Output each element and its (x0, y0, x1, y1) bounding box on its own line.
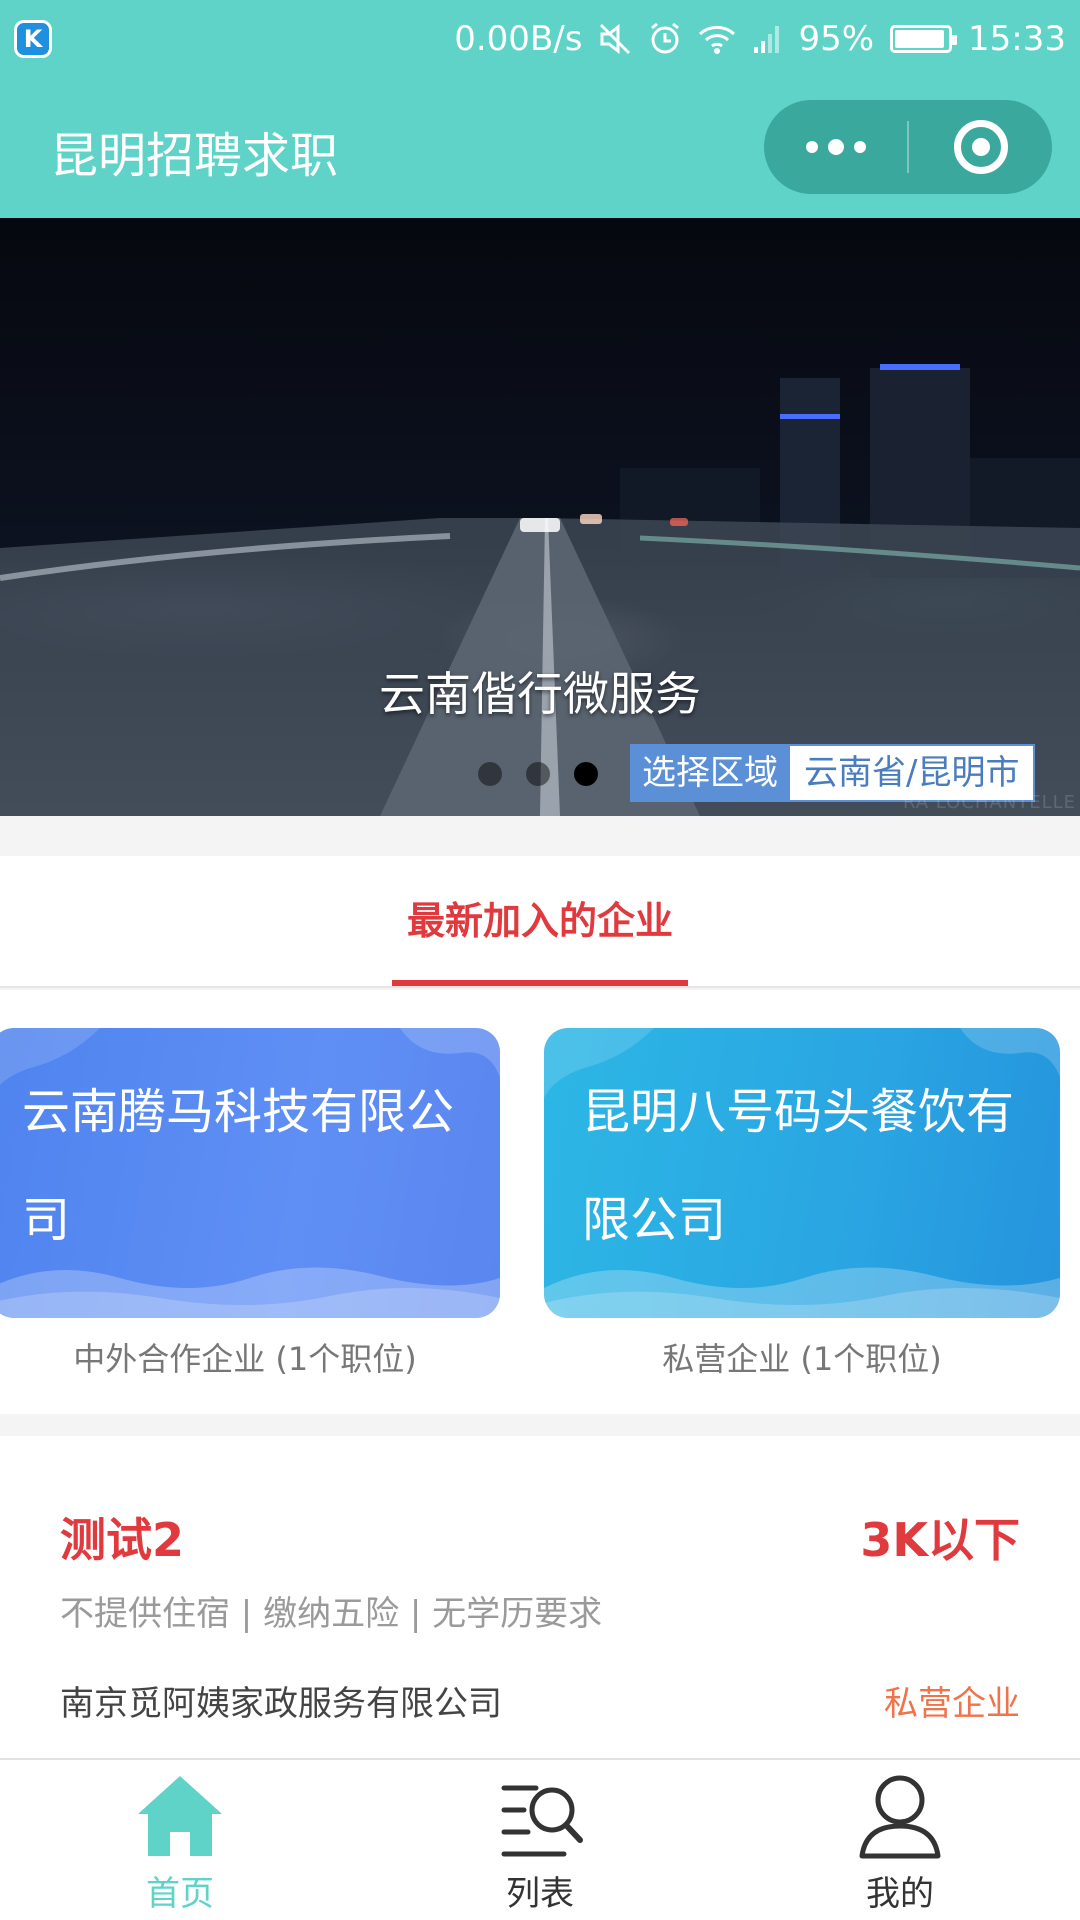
section-tabs: 最新加入的企业 (0, 856, 1080, 988)
job-salary: 3K以下 (860, 1513, 1020, 1567)
carousel-dot[interactable] (526, 762, 550, 786)
home-icon (138, 1776, 222, 1856)
carousel-dot-active[interactable] (574, 762, 598, 786)
more-button[interactable] (764, 100, 907, 194)
job-benefits: 不提供住宿 | 缴纳五险 | 无学历要求 (60, 1594, 603, 1634)
clock: 15:33 (968, 19, 1066, 59)
tab-home[interactable]: 首页 (0, 1760, 360, 1920)
tab-active-indicator (392, 980, 688, 986)
user-icon (859, 1775, 941, 1859)
title-bar: 昆明招聘求职 (0, 76, 1080, 218)
job-title: 测试2 (60, 1513, 185, 1567)
tab-mine[interactable]: 我的 (720, 1760, 1080, 1920)
tab-label: 首页 (146, 1874, 214, 1914)
carousel-indicators (478, 762, 598, 786)
company-list: 云南腾马科技有限公司 中外合作企业 (1个职位) 昆明八号码头餐饮有限公司 私营… (0, 990, 1080, 1414)
status-indicators: 0.00B/s 95% 15:33 (454, 14, 1066, 64)
signal-icon (752, 23, 782, 55)
battery-percent: 95% (798, 19, 875, 59)
wifi-icon (698, 23, 736, 55)
banner-carousel[interactable]: 云南偕行微服务 选择区域 云南省/昆明市 RA LOCHANTELLE (0, 218, 1080, 816)
company-name: 云南腾马科技有限公司 (22, 1084, 455, 1248)
company-subtitle: 私营企业 (1个职位) (662, 1340, 942, 1378)
job-listing-item[interactable]: 测试2 3K以下 不提供住宿 | 缴纳五险 | 无学历要求 南京觅阿姨家政服务有… (0, 1436, 1080, 1758)
tab-label: 列表 (506, 1874, 574, 1914)
tab-latest-companies[interactable]: 最新加入的企业 (392, 890, 688, 945)
company-type: 私营企业 (884, 1684, 1020, 1724)
search-list-icon (501, 1785, 583, 1857)
mute-icon (598, 22, 632, 56)
more-dot-icon (805, 141, 818, 153)
status-bar: K 0.00B/s 95% 15:33 (0, 0, 1080, 76)
job-company: 南京觅阿姨家政服务有限公司 (60, 1684, 502, 1724)
miniprogram-capsule (764, 100, 1052, 194)
region-label: 选择区域 (642, 753, 778, 793)
company-subtitle: 中外合作企业 (1个职位) (73, 1340, 417, 1378)
company-name: 昆明八号码头餐饮有限公司 (582, 1084, 1015, 1248)
close-button[interactable] (909, 100, 1052, 194)
banner-caption: 云南偕行微服务 (379, 667, 701, 721)
target-icon (953, 120, 1008, 174)
carousel-dot[interactable] (478, 762, 502, 786)
page-title: 昆明招聘求职 (50, 128, 339, 184)
more-dot-icon (827, 139, 844, 155)
battery-icon (890, 25, 958, 53)
company-card[interactable]: 昆明八号码头餐饮有限公司 (544, 1028, 1060, 1318)
alarm-icon (648, 22, 682, 56)
app-notification-icon: K (14, 20, 52, 58)
tab-label: 我的 (866, 1874, 934, 1914)
image-watermark: RA LOCHANTELLE (902, 792, 1076, 813)
more-dot-icon (853, 141, 866, 153)
company-card[interactable]: 云南腾马科技有限公司 (0, 1028, 500, 1318)
night-highway-image (0, 364, 1080, 816)
tab-list[interactable]: 列表 (360, 1760, 720, 1920)
network-speed: 0.00B/s (454, 19, 583, 59)
bottom-tab-bar: 首页 列表 我的 (0, 1758, 1080, 1920)
top-bar: K 0.00B/s 95% 15:33 昆明招聘求职 (0, 0, 1080, 218)
